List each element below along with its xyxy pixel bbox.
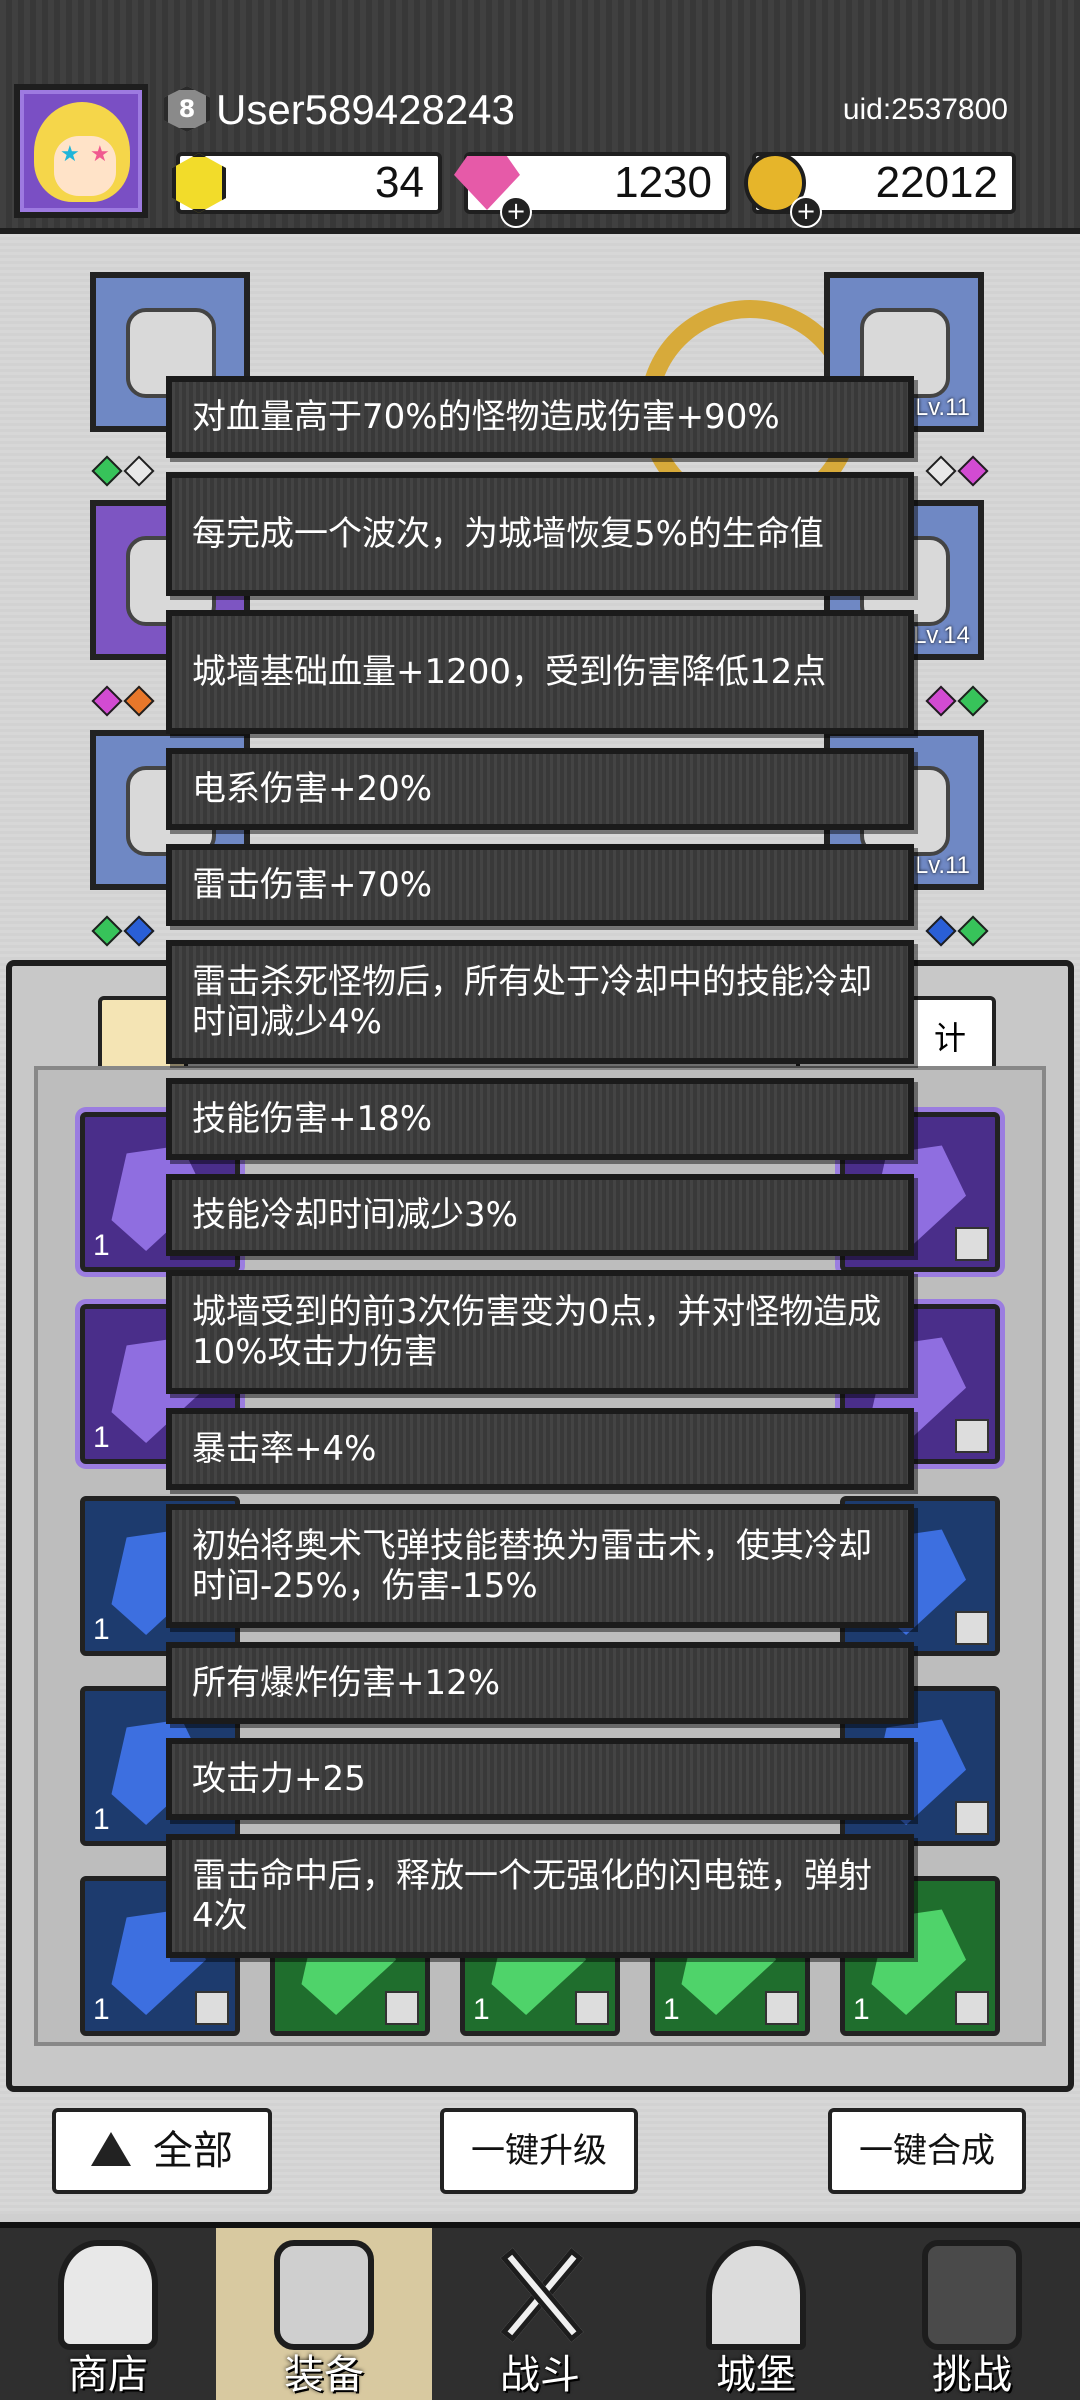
slot-level-label: Lv.11 — [914, 852, 970, 879]
socket-gems-row — [91, 915, 155, 947]
item-quantity: 1 — [473, 1993, 490, 2026]
player-uid: uid:2537800 — [842, 93, 1008, 126]
item-quantity: 1 — [93, 1229, 110, 1262]
boots-type-icon — [955, 1227, 989, 1261]
avatar-star-eye-icon: ★ — [90, 142, 110, 167]
socket-gems-row — [925, 455, 989, 487]
add-diamonds-plus-icon[interactable]: + — [500, 196, 532, 228]
one-click-merge-button[interactable]: 一键合成 — [828, 2108, 1026, 2194]
item-quantity: 1 — [663, 1993, 680, 2026]
nav-castle-label: 城堡 — [716, 2352, 796, 2398]
bottom-navigation: 商店 装备 战斗 城堡 挑战 — [0, 2222, 1080, 2400]
item-quantity: 1 — [93, 1993, 110, 2026]
skill-bonus-item: 雷击杀死怪物后，所有处于冷却中的技能冷却时间减少4% — [166, 940, 914, 1064]
nav-shop-label: 商店 — [68, 2352, 148, 2398]
nav-equipment[interactable]: 装备 — [216, 2228, 432, 2400]
locked-shield-icon — [922, 2240, 1022, 2350]
gem-socket — [957, 455, 989, 487]
ring-type-icon — [195, 1991, 229, 2025]
gem-socket — [123, 455, 155, 487]
helmet-type-icon — [955, 1801, 989, 1835]
skill-bonus-item: 攻击力+25 — [166, 1738, 914, 1820]
socket-gems-row — [925, 915, 989, 947]
castle-tower-icon — [706, 2240, 806, 2350]
filter-all-button[interactable]: 全部 — [52, 2108, 272, 2194]
nav-battle-label: 战斗 — [500, 2352, 580, 2398]
armor-type-icon — [955, 1611, 989, 1645]
skill-bonus-item: 所有爆炸伤害+12% — [166, 1642, 914, 1724]
player-level-badge: 8 — [164, 86, 210, 132]
armor-type-icon — [575, 1991, 609, 2025]
player-avatar[interactable]: ★ ★ — [14, 84, 148, 218]
socket-gems-row — [91, 455, 155, 487]
socket-gems-row — [925, 685, 989, 717]
skill-bonus-item: 暴击率+4% — [166, 1408, 914, 1490]
skill-bonus-item: 城墙基础血量+1200，受到伤害降低12点 — [166, 610, 914, 734]
skill-bonus-item: 雷击伤害+70% — [166, 844, 914, 926]
slot-level-label: Lv.11 — [914, 394, 970, 421]
item-quantity: 1 — [93, 1421, 110, 1454]
skill-bonus-item: 电系伤害+20% — [166, 748, 914, 830]
skill-bonus-item: 雷击命中后，释放一个无强化的闪电链，弹射4次 — [166, 1834, 914, 1958]
skill-bonus-item: 每完成一个波次，为城墙恢复5%的生命值 — [166, 472, 914, 596]
gem-socket — [123, 915, 155, 947]
one-click-upgrade-button[interactable]: 一键升级 — [440, 2108, 638, 2194]
skill-bonus-item: 技能冷却时间减少3% — [166, 1174, 914, 1256]
socket-gems-row — [91, 685, 155, 717]
nav-challenge[interactable]: 挑战 — [864, 2228, 1080, 2400]
gem-socket — [925, 685, 957, 717]
item-quantity: 1 — [93, 1803, 110, 1836]
armor-type-icon — [955, 1991, 989, 2025]
slot-level-label: Lv.14 — [913, 622, 970, 649]
ring-type-icon — [385, 1991, 419, 2025]
crossed-swords-icon — [490, 2240, 590, 2350]
gem-socket — [91, 915, 123, 947]
skill-bonus-item: 技能伤害+18% — [166, 1078, 914, 1160]
skill-bonus-item: 对血量高于70%的怪物造成伤害+90% — [166, 376, 914, 458]
gem-socket — [957, 915, 989, 947]
skill-bonus-item: 初始将奥术飞弹技能替换为雷击术，使其冷却时间-25%，伤害-15% — [166, 1504, 914, 1628]
add-gold-plus-icon[interactable]: + — [790, 196, 822, 228]
skill-bonus-item: 城墙受到的前3次伤害变为0点，并对怪物造成10%攻击力伤害 — [166, 1270, 914, 1394]
gem-socket — [957, 685, 989, 717]
nav-castle[interactable]: 城堡 — [648, 2228, 864, 2400]
gem-socket — [925, 455, 957, 487]
nav-equipment-label: 装备 — [284, 2352, 364, 2398]
gem-socket — [925, 915, 957, 947]
gem-socket — [91, 685, 123, 717]
filter-all-label: 全部 — [153, 2128, 233, 2174]
armor-type-icon — [765, 1991, 799, 2025]
player-username: User589428243 — [216, 86, 515, 133]
nav-challenge-label: 挑战 — [932, 2352, 1012, 2398]
gem-socket — [91, 455, 123, 487]
triangle-filter-icon — [91, 2132, 131, 2166]
shop-hut-icon — [58, 2240, 158, 2350]
yellow-gem-icon — [164, 148, 234, 218]
nav-shop[interactable]: 商店 — [0, 2228, 216, 2400]
gem-socket — [123, 685, 155, 717]
top-status-bar: ★ ★ 8 User589428243 uid:2537800 34 1230 … — [0, 0, 1080, 234]
ring-type-icon — [955, 1419, 989, 1453]
avatar-star-eye-icon: ★ — [60, 142, 80, 167]
nav-battle[interactable]: 战斗 — [432, 2228, 648, 2400]
item-quantity: 1 — [853, 1993, 870, 2026]
item-quantity: 1 — [93, 1613, 110, 1646]
backpack-icon — [274, 2240, 374, 2350]
